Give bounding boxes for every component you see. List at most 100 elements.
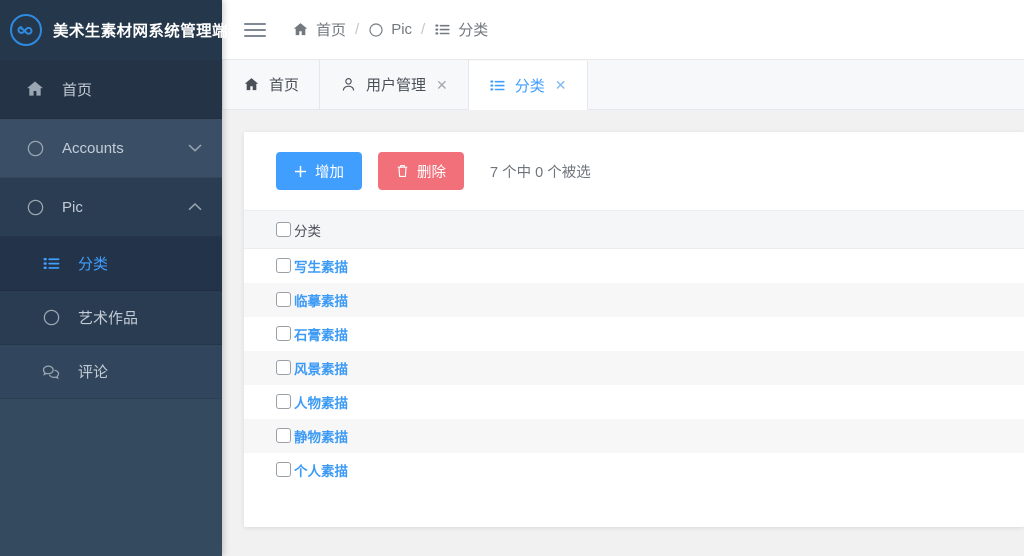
row-checkbox[interactable] xyxy=(276,428,291,443)
table-row[interactable]: 临摹素描 xyxy=(244,282,1024,317)
category-link[interactable]: 人物素描 xyxy=(294,396,348,411)
close-icon[interactable]: ✕ xyxy=(436,78,448,92)
home-icon xyxy=(292,21,309,38)
breadcrumb-separator: / xyxy=(355,21,360,38)
sidebar-item-label: 首页 xyxy=(62,81,93,99)
breadcrumb-item-categories[interactable]: 分类 xyxy=(434,19,488,40)
sidebar-item-accounts[interactable]: Accounts xyxy=(0,119,222,178)
breadcrumb-label: 首页 xyxy=(316,22,347,39)
selection-info: 7 个中 0 个被选 xyxy=(490,164,591,181)
table-header-row: 分类 xyxy=(244,210,1024,249)
table-row[interactable]: 写生素描 xyxy=(244,248,1024,283)
user-icon xyxy=(340,76,357,93)
table-row[interactable]: 石膏素描 xyxy=(244,316,1024,351)
sidebar-subitem-label: 艺术作品 xyxy=(78,310,139,327)
select-all-checkbox[interactable] xyxy=(276,222,291,237)
plus-icon xyxy=(294,165,307,178)
close-icon[interactable]: ✕ xyxy=(555,78,567,92)
table-row[interactable]: 风景素描 xyxy=(244,350,1024,385)
circle-icon xyxy=(38,308,64,327)
category-link[interactable]: 风景素描 xyxy=(294,362,348,377)
card-footer xyxy=(244,487,1024,527)
row-checkbox[interactable] xyxy=(276,462,291,477)
categories-card: 增加 删除 7 个中 0 个被选 分类 写生素描 临摹素描 石膏素描 风景素描 … xyxy=(244,132,1024,527)
list-icon xyxy=(38,254,64,273)
tab-categories[interactable]: 分类 ✕ xyxy=(468,61,588,110)
row-name-cell: 静物素描 xyxy=(294,418,1024,453)
sidebar-subitem-label: 评论 xyxy=(78,364,109,381)
row-select-cell xyxy=(244,418,294,453)
row-name-cell: 风景素描 xyxy=(294,350,1024,385)
category-link[interactable]: 静物素描 xyxy=(294,430,348,445)
row-select-cell xyxy=(244,282,294,317)
row-name-cell: 石膏素描 xyxy=(294,316,1024,351)
categories-table: 分类 写生素描 临摹素描 石膏素描 风景素描 人物素描 静物素描 个人素描 xyxy=(244,210,1024,487)
tab-label: 首页 xyxy=(269,77,300,94)
row-checkbox[interactable] xyxy=(276,326,291,341)
tab-label: 分类 xyxy=(514,77,545,95)
table-head: 分类 xyxy=(244,210,1024,249)
app-root: 美术生素材网系统管理端 首页 Accounts Pic 分类 艺术作品 评论 首… xyxy=(0,0,1024,556)
breadcrumb-item-pic[interactable]: Pic xyxy=(368,21,412,38)
breadcrumb-separator: / xyxy=(421,21,426,38)
tab-user-management[interactable]: 用户管理 ✕ xyxy=(320,60,469,109)
circle-icon xyxy=(22,139,48,158)
row-select-cell xyxy=(244,248,294,283)
add-button-label: 增加 xyxy=(315,164,344,181)
home-icon xyxy=(243,76,260,93)
row-checkbox[interactable] xyxy=(276,292,291,307)
category-link[interactable]: 个人素描 xyxy=(294,464,348,479)
chevron-up-icon xyxy=(188,199,202,216)
row-checkbox[interactable] xyxy=(276,394,291,409)
circle-icon xyxy=(368,22,384,38)
sidebar-subitem-artworks[interactable]: 艺术作品 xyxy=(0,291,222,345)
breadcrumb-item-home[interactable]: 首页 xyxy=(292,19,346,40)
brand-title: 美术生素材网系统管理端 xyxy=(53,23,228,40)
row-select-cell xyxy=(244,452,294,487)
table-body: 写生素描 临摹素描 石膏素描 风景素描 人物素描 静物素描 个人素描 xyxy=(244,248,1024,487)
infinity-circle-icon xyxy=(10,14,42,46)
hamburger-icon[interactable] xyxy=(244,22,266,37)
home-icon xyxy=(22,79,48,99)
row-select-cell xyxy=(244,350,294,385)
topbar: 首页 / Pic / 分类 xyxy=(222,0,1024,60)
add-button[interactable]: 增加 xyxy=(276,152,362,190)
sidebar-subitem-categories[interactable]: 分类 xyxy=(0,237,222,291)
sidebar-filler xyxy=(0,399,222,556)
table-row[interactable]: 个人素描 xyxy=(244,452,1024,487)
row-select-cell xyxy=(244,316,294,351)
table-row[interactable]: 静物素描 xyxy=(244,418,1024,453)
table-toolbar: 增加 删除 7 个中 0 个被选 xyxy=(244,132,1024,210)
content-area: 增加 删除 7 个中 0 个被选 分类 写生素描 临摹素描 石膏素描 风景素描 … xyxy=(222,110,1024,556)
category-link[interactable]: 临摹素描 xyxy=(294,294,348,309)
row-select-cell xyxy=(244,384,294,419)
sidebar-item-home[interactable]: 首页 xyxy=(0,60,222,119)
list-icon xyxy=(489,77,506,94)
delete-button[interactable]: 删除 xyxy=(378,152,464,190)
circle-icon xyxy=(22,198,48,217)
delete-button-label: 删除 xyxy=(417,164,446,181)
row-name-cell: 人物素描 xyxy=(294,384,1024,419)
row-name-cell: 临摹素描 xyxy=(294,282,1024,317)
sidebar-item-pic[interactable]: Pic xyxy=(0,178,222,237)
main-area: 首页 / Pic / 分类 首页 用户管理 ✕ 分类 ✕ 增加 删除 7 个中 … xyxy=(222,0,1024,556)
row-name-cell: 个人素描 xyxy=(294,452,1024,487)
row-checkbox[interactable] xyxy=(276,360,291,375)
category-link[interactable]: 石膏素描 xyxy=(294,328,348,343)
sidebar-nav: 首页 Accounts Pic 分类 艺术作品 评论 xyxy=(0,60,222,556)
table-row[interactable]: 人物素描 xyxy=(244,384,1024,419)
row-name-cell: 写生素描 xyxy=(294,248,1024,283)
sidebar-subitem-comments[interactable]: 评论 xyxy=(0,345,222,399)
list-icon xyxy=(434,21,451,38)
row-checkbox[interactable] xyxy=(276,258,291,274)
tab-home[interactable]: 首页 xyxy=(222,60,321,109)
column-header-category: 分类 xyxy=(294,210,1024,249)
breadcrumb: 首页 / Pic / 分类 xyxy=(292,19,488,40)
breadcrumb-label: Pic xyxy=(391,21,413,38)
brand-header: 美术生素材网系统管理端 xyxy=(0,0,228,60)
select-all-header xyxy=(244,210,294,249)
category-link[interactable]: 写生素描 xyxy=(294,260,348,275)
chevron-down-icon xyxy=(188,140,202,157)
breadcrumb-label: 分类 xyxy=(458,22,489,39)
comments-icon xyxy=(38,362,64,382)
